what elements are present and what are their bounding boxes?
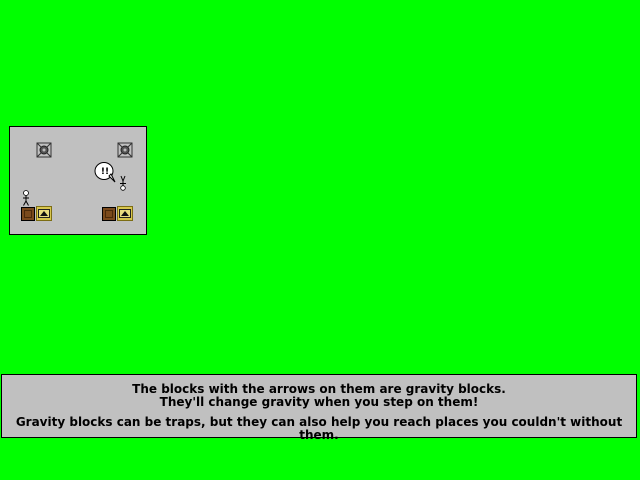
up-arrow-icon xyxy=(38,209,50,218)
exclamation-mark: !! xyxy=(94,161,116,183)
game-screen: !! The blocks with the arrows on them ar… xyxy=(0,0,640,480)
alert-glyph: !! xyxy=(100,167,110,177)
gravity-block-icon xyxy=(36,206,52,221)
tutorial-message-box: The blocks with the arrows on them are g… xyxy=(1,374,637,442)
message-line-3: Gravity blocks can be traps, but they ca… xyxy=(15,415,623,442)
up-arrow-icon xyxy=(119,209,131,218)
spinner-hazard-icon xyxy=(36,142,52,158)
spinner-hazard-icon xyxy=(117,142,133,158)
tutorial-preview-panel: !! xyxy=(9,126,147,235)
floating-player-icon xyxy=(120,175,126,191)
dirt-block-icon xyxy=(102,207,116,221)
message-line-2: They'll change gravity when you step on … xyxy=(159,395,479,409)
gravity-block-icon xyxy=(117,206,133,221)
dirt-block-icon xyxy=(21,207,35,221)
player-icon xyxy=(23,190,29,206)
